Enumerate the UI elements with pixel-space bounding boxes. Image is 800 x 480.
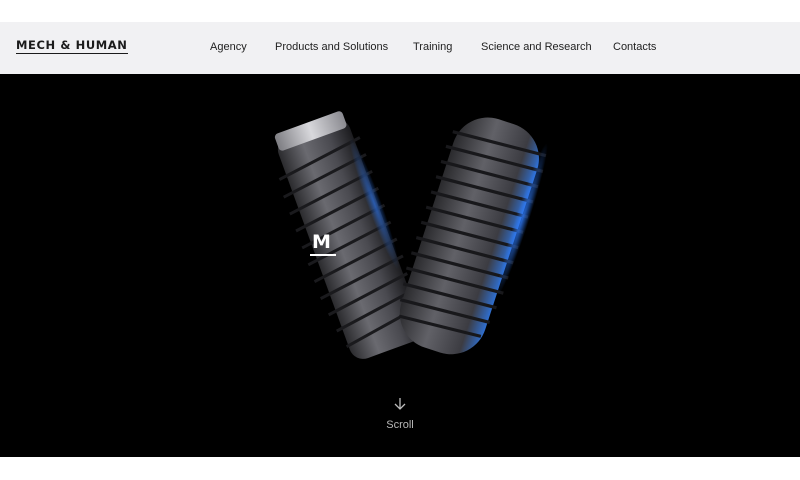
bottom-whitespace xyxy=(0,457,800,480)
site-header: MECH & HUMAN Agency Products and Solutio… xyxy=(0,22,800,74)
hero-headline-fragment: M xyxy=(310,232,336,256)
main-nav: Agency Products and Solutions Training S… xyxy=(0,40,800,56)
scroll-down-button[interactable]: Scroll xyxy=(370,397,430,441)
nav-item-products-and-solutions[interactable]: Products and Solutions xyxy=(275,40,388,54)
nav-item-training[interactable]: Training xyxy=(413,40,452,54)
scroll-label: Scroll xyxy=(386,419,414,431)
top-whitespace xyxy=(0,0,800,22)
arrow-down-icon xyxy=(394,398,406,410)
nav-item-science-and-research[interactable]: Science and Research xyxy=(481,40,592,54)
nav-item-agency[interactable]: Agency xyxy=(210,40,247,54)
right-implant xyxy=(398,117,554,355)
hero-section: M Scroll xyxy=(0,74,800,457)
nav-item-contacts[interactable]: Contacts xyxy=(613,40,656,54)
